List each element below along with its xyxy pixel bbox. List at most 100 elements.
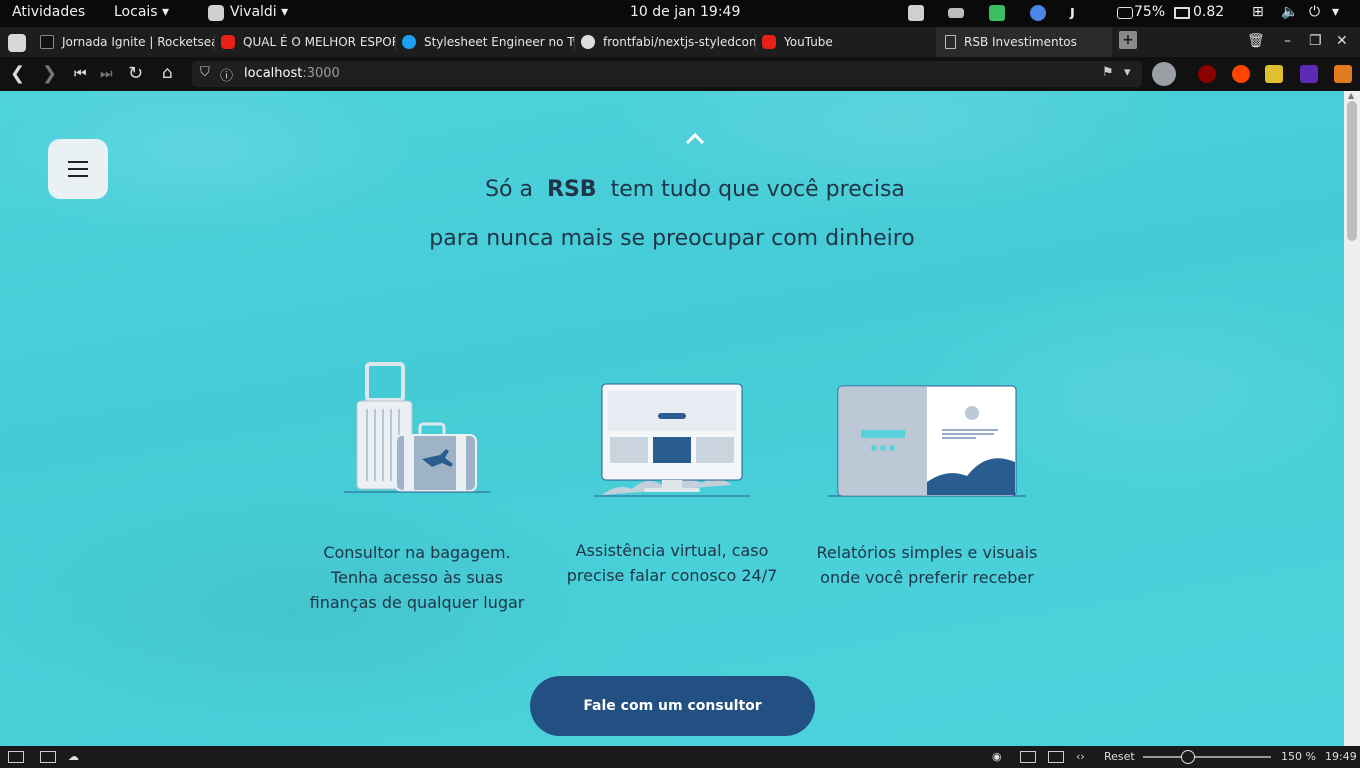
feature-assistant: Assistência virtual, caso precise falar … — [552, 538, 792, 588]
home-icon[interactable]: ⌂ — [162, 63, 173, 83]
youtube-icon — [762, 35, 776, 49]
cpu-icon — [1117, 7, 1133, 19]
code-icon[interactable]: ‹› — [1076, 750, 1085, 763]
zoom-reset-button[interactable]: Reset — [1104, 750, 1135, 763]
tab-title: Jornada Ignite | Rocketseat — [62, 35, 214, 49]
feature-consultant: Consultor na bagagem. Tenha acesso às su… — [297, 540, 537, 615]
back-icon[interactable]: ❮ — [10, 63, 25, 84]
bookmark-icon[interactable]: ⚑ — [1102, 65, 1114, 80]
address-bar-row: ❮ ❯ ⏮ ⏭ ↻ ⌂ ⛉ ⓘ localhost:3000 ⚑ ▾ — [0, 57, 1360, 91]
new-tab-button[interactable]: + — [1119, 31, 1137, 49]
system-top-bar: Atividades Locais ▾ Vivaldi ▾ 10 de jan … — [0, 0, 1360, 27]
places-menu[interactable]: Locais ▾ — [114, 4, 169, 20]
discord-icon[interactable] — [908, 5, 924, 21]
chevron-down-icon: ▾ — [162, 4, 170, 20]
reddit-icon[interactable] — [1232, 65, 1250, 83]
rocketseat-icon — [40, 35, 54, 49]
volume-icon[interactable]: 🔈 — [1281, 4, 1298, 20]
rewind-icon[interactable]: ⏮ — [74, 66, 87, 82]
vivaldi-icon — [208, 5, 224, 21]
chrome-icon[interactable] — [1030, 5, 1046, 21]
brand-name: RSB — [547, 177, 597, 202]
url-port: :3000 — [302, 66, 340, 81]
zoom-slider[interactable] — [1143, 750, 1271, 764]
extension-icon[interactable] — [1265, 65, 1283, 83]
chevron-down-icon: ▾ — [281, 4, 289, 20]
tab-youtube[interactable]: YouTube — [756, 27, 934, 57]
scroll-up-icon[interactable]: ▲ — [1348, 91, 1354, 100]
tab-title: QUAL É O MELHOR ESPORTE — [243, 35, 395, 49]
headline-line-1: Só a RSB tem tudo que você precisa — [0, 177, 1344, 202]
zoom-level: 150 % — [1281, 750, 1316, 763]
power-icon[interactable]: ⏻ — [1309, 4, 1320, 20]
network-icon[interactable]: ⊞ — [1252, 4, 1264, 20]
extension-icon[interactable] — [1334, 65, 1352, 83]
reload-icon[interactable]: ↻ — [128, 63, 143, 84]
feature-line: Relatórios simples e visuais — [816, 543, 1038, 562]
tab-title: frontfabi/nextjs-styledcomponents — [603, 35, 755, 49]
vivaldi-menu-icon[interactable] — [8, 34, 26, 52]
tab-title: YouTube — [784, 35, 833, 49]
feature-line: finanças de qualquer lugar — [309, 593, 525, 612]
feature-line: Consultor na bagagem. — [323, 543, 511, 562]
shield-icon[interactable]: ⛉ — [200, 65, 210, 80]
maximize-icon[interactable]: ❐ — [1309, 33, 1322, 49]
tile-icon[interactable] — [40, 751, 56, 763]
tab-youtube-esporte[interactable]: QUAL É O MELHOR ESPORTE — [215, 27, 395, 57]
image-icon[interactable] — [1048, 751, 1064, 763]
luggage-illustration — [344, 362, 490, 493]
app-label: Vivaldi — [230, 4, 277, 20]
feature-line: precise falar conosco 24/7 — [566, 566, 778, 585]
youtube-icon — [221, 35, 235, 49]
tab-bar: Jornada Ignite | Rocketseat QUAL É O MEL… — [0, 27, 1360, 57]
ublock-icon[interactable] — [1198, 65, 1216, 83]
capture-icon[interactable]: ◉ — [992, 750, 1002, 763]
close-icon[interactable]: ✕ — [1336, 33, 1348, 49]
tab-title: Stylesheet Engineer no Twitter — [424, 35, 574, 49]
contact-consultant-button[interactable]: Fale com um consultor — [530, 676, 815, 736]
page-icon — [945, 35, 956, 49]
headline-line-2: para nunca mais se preocupar com dinheir… — [429, 226, 915, 251]
page-scrollbar[interactable]: ▲ — [1344, 91, 1360, 746]
camera-icon[interactable] — [948, 8, 964, 18]
headline-pre: Só a — [485, 177, 533, 202]
update-icon[interactable]: ȷ — [1070, 4, 1075, 20]
cloud-icon[interactable]: ☁ — [68, 750, 79, 763]
url-host: localhost — [244, 66, 303, 81]
tile-icon[interactable] — [1020, 751, 1036, 763]
extension-badge-icon[interactable] — [1300, 65, 1318, 83]
page-content: Só a RSB tem tudo que você precisa para nu… — [0, 91, 1344, 746]
tab-twitter[interactable]: Stylesheet Engineer no Twitter — [396, 27, 574, 57]
avatar[interactable] — [1152, 62, 1176, 86]
load-average: 0.82 — [1193, 4, 1225, 20]
tab-rocketseat[interactable]: Jornada Ignite | Rocketseat — [34, 27, 214, 57]
chevron-up-icon[interactable] — [685, 129, 705, 149]
headline-post: tem tudo que você precisa — [610, 177, 905, 202]
panel-toggle-icon[interactable] — [8, 751, 24, 763]
reports-illustration — [828, 385, 1026, 497]
zoom-slider-handle[interactable] — [1180, 750, 1195, 764]
github-icon — [581, 35, 595, 49]
url-field[interactable]: ⛉ ⓘ localhost:3000 ⚑ ▾ — [192, 61, 1142, 87]
fast-forward-icon[interactable]: ⏭ — [100, 66, 113, 82]
minimize-icon[interactable]: – — [1284, 33, 1291, 49]
shield-icon[interactable] — [989, 5, 1005, 21]
feature-line: Tenha acesso às suas — [331, 568, 503, 587]
chevron-down-icon[interactable]: ▾ — [1332, 4, 1339, 20]
trash-icon[interactable]: 🗑 — [1247, 33, 1265, 49]
activities-button[interactable]: Atividades — [12, 4, 85, 20]
app-menu[interactable]: Vivaldi ▾ — [230, 4, 288, 20]
places-label: Locais — [114, 4, 158, 20]
clock[interactable]: 10 de jan 19:49 — [630, 4, 740, 20]
twitter-icon — [402, 35, 416, 49]
info-icon[interactable]: ⓘ — [220, 65, 233, 84]
monitor-illustration — [594, 383, 750, 497]
tab-title: RSB Investimentos — [964, 35, 1077, 49]
scrollbar-thumb[interactable] — [1347, 101, 1357, 241]
feature-line: Assistência virtual, caso — [575, 541, 769, 560]
status-bar: ☁ ◉ ‹› Reset 150 % 19:49 — [0, 746, 1360, 768]
tab-rsb-active[interactable]: RSB Investimentos — [936, 27, 1112, 57]
chevron-down-icon[interactable]: ▾ — [1124, 65, 1131, 80]
tab-github[interactable]: frontfabi/nextjs-styledcomponents — [575, 27, 755, 57]
forward-icon[interactable]: ❯ — [42, 63, 57, 84]
